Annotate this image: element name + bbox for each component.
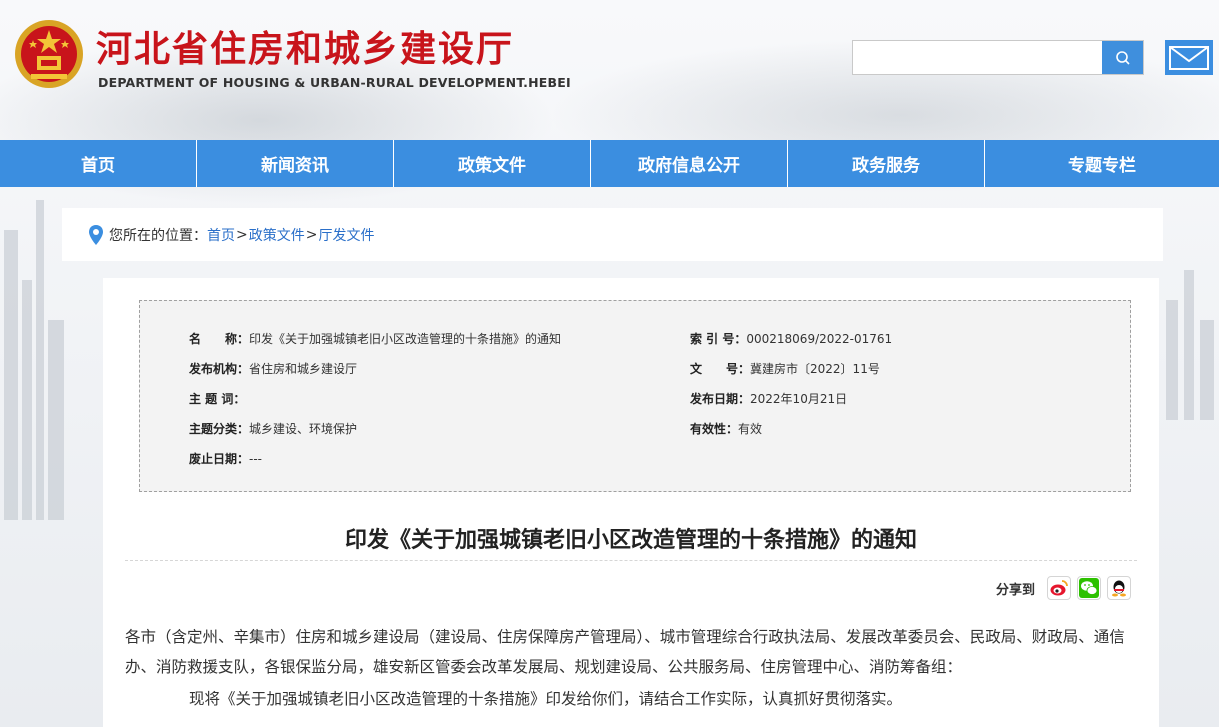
search-box	[852, 40, 1144, 75]
meta-validity: 有效性：有效	[690, 422, 763, 436]
location-pin-icon	[89, 224, 103, 245]
nav-item-gov-info[interactable]: 政府信息公开	[591, 140, 788, 187]
meta-publisher: 发布机构：省住房和城乡建设厅	[189, 362, 358, 376]
share-weibo-button[interactable]	[1047, 576, 1072, 600]
meta-category: 主题分类：城乡建设、环境保护	[189, 422, 358, 436]
breadcrumb-label: 您所在的位置：	[109, 227, 207, 244]
qq-icon	[1112, 580, 1127, 597]
meta-doc-number: 文 号：冀建房市〔2022〕11号	[690, 362, 880, 376]
breadcrumb-separator: >	[236, 226, 248, 243]
document-metadata: 名 称：印发《关于加强城镇老旧小区改造管理的十条措施》的通知 索 引 号：000…	[139, 300, 1131, 492]
main-nav: 首页 新闻资讯 政策文件 政府信息公开 政务服务 专题专栏	[0, 140, 1219, 187]
share-label: 分享到	[996, 582, 1036, 598]
share-wechat-button[interactable]	[1077, 576, 1102, 600]
breadcrumb-home[interactable]: 首页	[207, 225, 235, 245]
nav-item-news[interactable]: 新闻资讯	[197, 140, 394, 187]
mail-icon	[1169, 45, 1209, 70]
search-button[interactable]	[1102, 41, 1143, 74]
search-icon	[1115, 50, 1130, 65]
weibo-icon	[1050, 580, 1068, 596]
nav-item-policy[interactable]: 政策文件	[394, 140, 591, 187]
nav-item-topics[interactable]: 专题专栏	[985, 140, 1219, 187]
meta-index: 索 引 号：000218069/2022-01761	[690, 332, 893, 346]
breadcrumb-dept-docs[interactable]: 厅发文件	[318, 225, 374, 245]
nav-item-home[interactable]: 首页	[0, 140, 197, 187]
site-header: 河北省住房和城乡建设厅 DEPARTMENT OF HOUSING & URBA…	[0, 0, 1219, 140]
city-skyline-right	[1166, 270, 1214, 420]
article-card: 名 称：印发《关于加强城镇老旧小区改造管理的十条措施》的通知 索 引 号：000…	[103, 278, 1159, 727]
city-skyline-left	[4, 200, 64, 520]
meta-publish-date: 发布日期：2022年10月21日	[690, 392, 848, 406]
share-qq-button[interactable]	[1107, 576, 1132, 600]
site-title: 河北省住房和城乡建设厅	[96, 29, 515, 70]
meta-expiry: 废止日期：---	[189, 452, 263, 466]
nav-item-services[interactable]: 政务服务	[788, 140, 985, 187]
breadcrumb-separator: >	[305, 226, 318, 243]
search-input[interactable]	[853, 41, 1102, 74]
national-emblem-icon[interactable]	[13, 18, 85, 90]
article-paragraph: 各市（含定州、辛集市）住房和城乡建设局（建设局、住房保障房产管理局）、城市管理综…	[125, 628, 1125, 676]
site-subtitle: DEPARTMENT OF HOUSING & URBAN-RURAL DEVE…	[98, 75, 571, 90]
article-paragraph: 现将《关于加强城镇老旧小区改造管理的十条措施》印发给你们，请结合工作实际，认真抓…	[189, 690, 903, 708]
wechat-icon	[1079, 578, 1100, 598]
breadcrumb: 您所在的位置： 首页 > 政策文件 > 厅发文件	[62, 208, 1163, 261]
meta-name: 名 称：印发《关于加强城镇老旧小区改造管理的十条措施》的通知	[189, 332, 562, 346]
title-divider	[125, 560, 1137, 561]
breadcrumb-policy[interactable]: 政策文件	[249, 225, 305, 245]
meta-keywords: 主 题 词：	[189, 392, 246, 406]
mail-button[interactable]	[1165, 40, 1213, 75]
share-bar: 分享到	[996, 575, 1132, 601]
article-title: 印发《关于加强城镇老旧小区改造管理的十条措施》的通知	[344, 528, 917, 553]
